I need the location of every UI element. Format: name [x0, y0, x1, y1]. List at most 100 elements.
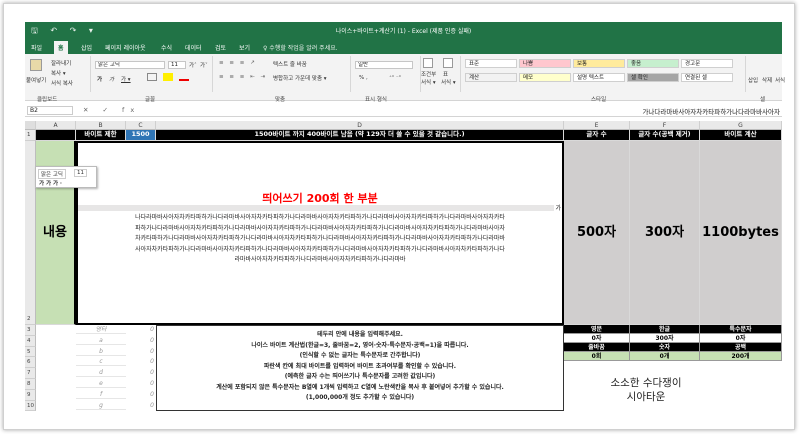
- mini-format-buttons[interactable]: 가 가 가 ·: [39, 179, 62, 187]
- column-header-g[interactable]: G: [700, 121, 782, 130]
- clipboard-group: 붙여넣기 잘라내기 복사 ▾ 서식 복사 클립보드: [25, 56, 91, 103]
- mini-font-select[interactable]: 맑은 고딕: [38, 169, 66, 179]
- cell-style-1[interactable]: 나쁨: [519, 59, 571, 68]
- delete-cells-button[interactable]: 삭제: [762, 76, 772, 84]
- content-line: 라마바사아자차카타파하가나다라마바사아자차카타파하가나다라마바: [234, 256, 406, 263]
- column-header-c[interactable]: C: [126, 121, 156, 130]
- stat-value: 0회: [564, 352, 630, 361]
- conditional-format-icon[interactable]: [423, 58, 433, 68]
- underline-button[interactable]: 가 ▾: [121, 75, 131, 83]
- wrap-text-button[interactable]: 텍스트 줄 바꿈: [273, 60, 307, 68]
- content-line: 사아자차카타파하가나다라마바사아자차카타파하가나다라마바사아자차카타파하가나다라…: [135, 245, 505, 253]
- row-header-9[interactable]: 9: [25, 389, 36, 401]
- column-header-b[interactable]: B: [76, 121, 126, 130]
- tab-view[interactable]: 보기: [239, 43, 250, 52]
- stat-header: 숫자: [630, 343, 700, 352]
- cell-style-6[interactable]: 메모: [519, 73, 571, 82]
- cut-button[interactable]: 잘라내기: [51, 59, 71, 67]
- tab-review[interactable]: 검토: [215, 43, 226, 52]
- byte-limit-input[interactable]: 1500: [126, 130, 156, 141]
- cell-style-2[interactable]: 보통: [573, 59, 625, 68]
- font-color-icon[interactable]: [179, 73, 189, 81]
- number-format-select[interactable]: 일반: [355, 61, 413, 69]
- format-cells-button[interactable]: 서식: [775, 76, 785, 84]
- font-size-select[interactable]: 11: [168, 61, 186, 69]
- special-char-cell[interactable]: c: [76, 358, 126, 367]
- special-char-cell[interactable]: a: [76, 337, 126, 345]
- row-header-3[interactable]: 3: [25, 325, 36, 336]
- fill-color-icon[interactable]: [163, 73, 173, 81]
- format-painter-button[interactable]: 서식 복사: [51, 79, 73, 87]
- shrink-font-button[interactable]: 가ˇ: [200, 61, 208, 69]
- formula-input[interactable]: 가나다라마바사아자차카타파하가나다라마바사아자: [145, 106, 780, 115]
- italic-button[interactable]: 가: [109, 75, 114, 83]
- name-box[interactable]: B2: [27, 106, 73, 115]
- bold-button[interactable]: 가: [97, 75, 102, 83]
- paste-button[interactable]: 붙여넣기: [26, 76, 46, 84]
- row-header-7[interactable]: 7: [25, 368, 36, 379]
- screenshot-frame: 🖫 ↶ ↷ ▾ 나이스+바이트+계산기 (1) - Excel (제품 인증 실…: [3, 3, 795, 430]
- align-left-icons[interactable]: ≡ ≡ ≡ ⇤ ⇥: [219, 74, 267, 80]
- clipboard-label: 클립보드: [37, 97, 58, 103]
- column-header-d[interactable]: D: [156, 121, 564, 130]
- align-top-icons[interactable]: ≡ ≡ ≡ ↗: [219, 60, 257, 66]
- percent-comma-buttons[interactable]: % ,: [359, 75, 368, 81]
- tell-me-search[interactable]: ♀ 수행할 작업을 알려 주세요.: [263, 43, 338, 52]
- special-char-cell[interactable]: g: [76, 402, 126, 410]
- special-chars-label[interactable]: 영타: [76, 326, 126, 334]
- grow-font-button[interactable]: 가ˆ: [189, 61, 197, 69]
- tab-file[interactable]: 파일: [31, 43, 42, 52]
- special-char-count: 0: [150, 390, 154, 398]
- tab-data[interactable]: 데이터: [185, 43, 202, 52]
- tab-insert[interactable]: 삽입: [81, 43, 92, 52]
- mini-toolbar: 맑은 고딕 11 가 가 가 ·: [35, 166, 97, 188]
- row-header-4[interactable]: 4: [25, 335, 36, 347]
- merge-center-button[interactable]: 병합하고 가운데 맞춤 ▾: [273, 74, 327, 82]
- border-icon[interactable]: [147, 73, 157, 81]
- format-table-menu[interactable]: 서식 ▾: [441, 78, 456, 86]
- cell-style-8[interactable]: 셀 확인: [627, 73, 679, 82]
- special-char-cell[interactable]: b: [76, 348, 126, 356]
- cond-format-group: 조건부 서식 ▾ 표 서식 ▾: [421, 56, 461, 92]
- conditional-format-menu[interactable]: 서식 ▾: [421, 78, 436, 86]
- row-header-8[interactable]: 8: [25, 379, 36, 390]
- row-header-1[interactable]: 1: [25, 130, 36, 141]
- special-char-cell[interactable]: d: [76, 369, 126, 378]
- column-header-a[interactable]: A: [36, 121, 76, 130]
- cell-style-7[interactable]: 설명 텍스트: [573, 73, 625, 82]
- cell-style-3[interactable]: 좋음: [627, 59, 679, 68]
- special-char-cell[interactable]: f: [76, 391, 126, 399]
- cell-style-4[interactable]: 경고문: [681, 59, 733, 68]
- column-header-f[interactable]: F: [630, 121, 700, 130]
- copy-button[interactable]: 복사 ▾: [51, 69, 66, 77]
- format-table-button[interactable]: 표: [443, 70, 448, 78]
- formula-buttons[interactable]: ✕ ✓ fx: [83, 106, 140, 114]
- table-format-icon[interactable]: [443, 58, 453, 68]
- special-char-count: 0: [150, 369, 154, 377]
- conditional-format-button[interactable]: 조건부: [421, 70, 436, 78]
- decimal-icons[interactable]: ⁺⁰ ⁻⁰: [389, 75, 401, 81]
- special-char-cell[interactable]: e: [76, 380, 126, 388]
- insert-cells-button[interactable]: 삽입: [748, 76, 758, 84]
- row-header-6[interactable]: 6: [25, 357, 36, 369]
- font-label: 글꼴: [145, 97, 156, 103]
- paste-icon[interactable]: [30, 59, 42, 71]
- tab-page-layout[interactable]: 페이지 레이아웃: [105, 43, 146, 52]
- instruction-line: 나이스 바이트 계산법(한글=3, 줄바꿈=2, 영어·숫자·특수문자·공백=1…: [251, 341, 469, 349]
- row-header-10[interactable]: 10: [25, 400, 36, 412]
- tab-formulas[interactable]: 수식: [161, 43, 172, 52]
- cell-style-5[interactable]: 계산: [465, 73, 517, 82]
- cell-a1[interactable]: [36, 130, 76, 141]
- content-input-cell[interactable]: 띄어쓰기 200회 한 부분 가 나다라마바사아자차카타파하가나다라마바사아자차…: [76, 141, 564, 325]
- byte-count-value: 1100bytes: [700, 141, 782, 325]
- row-header-5[interactable]: 5: [25, 346, 36, 358]
- select-all-corner[interactable]: [25, 121, 36, 130]
- cell-style-0[interactable]: 표준: [465, 59, 517, 68]
- stat-value: 0자: [564, 334, 630, 343]
- cell-style-9[interactable]: 연결된 셀: [681, 73, 733, 82]
- column-header-e[interactable]: E: [564, 121, 630, 130]
- font-name-select[interactable]: 맑은 고딕: [95, 61, 165, 69]
- mini-size-select[interactable]: 11: [74, 169, 87, 177]
- tab-home[interactable]: 홈: [54, 41, 68, 54]
- watermark: 소소한 수다쟁이 시아타운: [592, 376, 700, 404]
